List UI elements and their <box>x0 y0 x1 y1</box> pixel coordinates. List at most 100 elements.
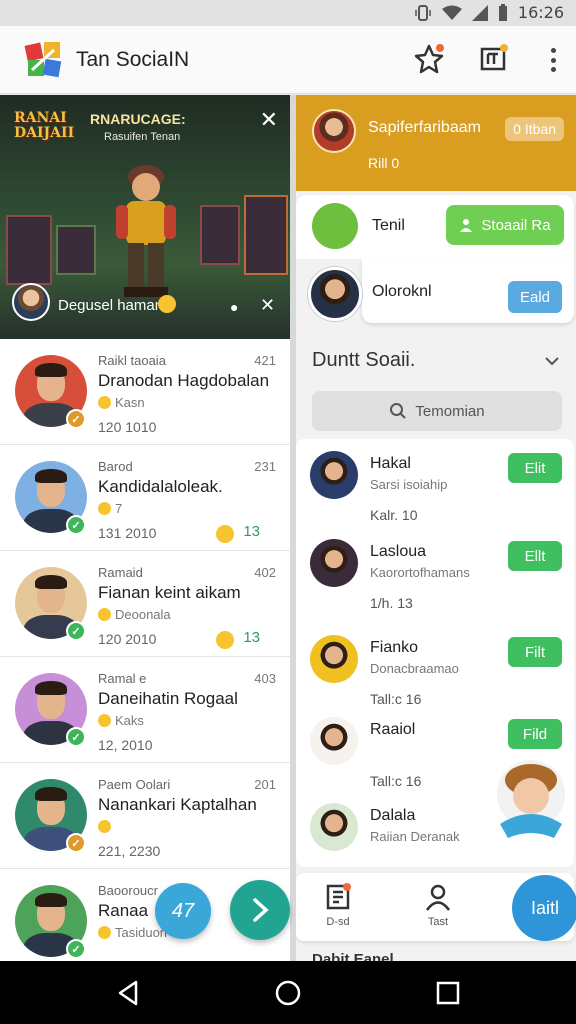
feed-time: 421 <box>254 353 276 368</box>
feed-item[interactable]: ✓ Ramaid 402 Fianan keint aikam Deoonala… <box>0 551 290 657</box>
feed-sub: Kaks <box>98 713 144 728</box>
next-fab[interactable] <box>230 880 290 940</box>
market-stall <box>56 225 96 275</box>
mascot-icon[interactable] <box>494 758 568 842</box>
suggestion-icon <box>312 203 358 249</box>
contact-name: Lasloua <box>370 543 427 560</box>
feed-item[interactable]: ✓ Barod 231 Kandidalaloleak. 7 131 2010 … <box>0 445 290 551</box>
feed-meta: Ramal e <box>98 671 147 686</box>
feed-item[interactable]: ✓ Paem Oolari 201 Nanankari Kaptalhan 22… <box>0 763 290 869</box>
contact-edit-button[interactable]: Fild <box>508 719 562 749</box>
feed-name: Fianan keint aikam <box>98 583 241 602</box>
feed-sub: 7 <box>98 501 122 516</box>
chevron-down-icon[interactable] <box>544 353 560 369</box>
contact-edit-button[interactable]: Filt <box>508 637 562 667</box>
wifi-icon <box>441 5 462 20</box>
suggestion-edit-button[interactable]: Eald <box>508 281 562 313</box>
feed-sub-text: Kaks <box>115 713 144 728</box>
system-nav-bar <box>0 961 576 1024</box>
status-bar: 16:26 <box>0 0 576 26</box>
profile-avatar <box>312 109 356 153</box>
feed-sub-text: Kasn <box>115 395 145 410</box>
smiley-icon <box>216 631 234 649</box>
feed-name: Kandidalaloleak. <box>98 477 223 496</box>
feed-name: Nanankari Kaptalhan <box>98 795 257 814</box>
app-title: Tan SociaIN <box>76 48 190 71</box>
feed-item[interactable]: ✓ Ramal e 403 Daneihatin Rogaal Kaks 12,… <box>0 657 290 763</box>
game-promo-card[interactable]: RANAI DAIJAII RNARUCAGE: Rasuifen Tenan … <box>0 95 290 339</box>
nav-item-docs[interactable]: D-sd <box>308 883 368 933</box>
status-badge: ✓ <box>66 515 86 535</box>
nav-action-fab[interactable]: Iaitl <box>512 875 576 941</box>
feed-sub <box>98 819 115 834</box>
nav-item-profile[interactable]: Tast <box>408 883 468 933</box>
status-badge: ✓ <box>66 939 86 959</box>
document-icon <box>326 883 351 910</box>
avatar <box>310 539 358 587</box>
contact-name: Hakal <box>370 455 411 472</box>
feed-date: 12, 2010 <box>98 737 153 753</box>
suggestion-avatar <box>308 267 362 321</box>
contact-name: Raaiol <box>370 721 416 738</box>
more-vert-icon[interactable] <box>550 48 556 72</box>
feed-time: 201 <box>254 777 276 792</box>
suggestion-action-label: Stoaail Ra <box>481 216 551 234</box>
status-badge: ✓ <box>66 833 86 853</box>
status-badge: ✓ <box>66 409 86 429</box>
contact-name: Dalala <box>370 807 416 824</box>
search-input[interactable]: Temomian <box>312 391 562 431</box>
search-icon <box>390 403 407 419</box>
contact-edit-button[interactable]: Ellt <box>508 541 562 571</box>
person-icon <box>460 219 473 232</box>
count-fab[interactable]: 47 <box>155 883 211 939</box>
feed-item[interactable]: ✓ Raikl taoaia 421 Dranodan Hagdobalan K… <box>0 339 290 445</box>
dismiss-icon[interactable]: ✕ <box>260 295 275 316</box>
notification-dot <box>436 44 444 52</box>
feed-meta: Raikl taoaia <box>98 353 166 368</box>
feed-time: 403 <box>254 671 276 686</box>
suggestion-row: Tenil Stoaail Ra <box>296 195 574 259</box>
profile-pill[interactable]: 0 Itban <box>505 117 564 141</box>
feed-sub-text: 7 <box>115 501 123 516</box>
vibrate-icon <box>415 4 431 21</box>
feed-count: 13 <box>243 629 260 646</box>
emoji-icon <box>98 714 111 727</box>
feed-date: 120 2010 <box>98 631 157 647</box>
contact-edit-button[interactable]: Elit <box>508 453 562 483</box>
battery-icon <box>498 3 507 21</box>
status-badge: ✓ <box>66 621 86 641</box>
suggestion-action-button[interactable]: Stoaail Ra <box>446 205 564 245</box>
contact-sub: Sarsi isoiahip <box>370 477 448 492</box>
feed-name: Dranodan Hagdobalan <box>98 371 270 390</box>
profile-header[interactable]: Sapiferfaribaam 0 Itban Rill 0 <box>296 95 576 191</box>
feed-time: 402 <box>254 565 276 580</box>
feed-sub: Deoonala <box>98 607 171 622</box>
market-stall <box>200 205 240 265</box>
drop-icon: ● <box>230 299 239 315</box>
close-icon[interactable]: ✕ <box>260 109 278 131</box>
game-caption-avatar <box>12 283 50 321</box>
avatar <box>310 803 358 851</box>
market-stall <box>244 195 288 275</box>
feed-meta: Paem Oolari <box>98 777 171 792</box>
search-placeholder: Temomian <box>415 402 485 420</box>
nav-label: Tast <box>427 916 449 928</box>
feed-time: 231 <box>254 459 276 474</box>
smiley-icon <box>216 525 234 543</box>
profile-name: Sapiferfaribaam <box>368 119 481 136</box>
feed-meta: Baooroucr <box>98 883 158 898</box>
book-notification-button[interactable] <box>476 42 510 76</box>
recents-icon[interactable] <box>434 979 462 1007</box>
feed-sub: Tasiduon <box>98 925 167 940</box>
left-panel: RANAI DAIJAII RNARUCAGE: Rasuifen Tenan … <box>0 95 290 961</box>
feed-name: Ranaa <box>98 901 149 920</box>
emoji-icon <box>98 926 111 939</box>
suggestion-card: Tenil Stoaail Ra Oloroknl Eald <box>296 195 574 323</box>
signal-icon <box>471 4 488 21</box>
back-icon[interactable] <box>114 979 142 1007</box>
home-icon[interactable] <box>274 979 302 1007</box>
star-notification-button[interactable] <box>412 42 446 76</box>
contact-time: 1/h. 13 <box>370 595 413 611</box>
contact-name: Fianko <box>370 639 419 656</box>
app-logo-icon[interactable] <box>24 40 64 80</box>
